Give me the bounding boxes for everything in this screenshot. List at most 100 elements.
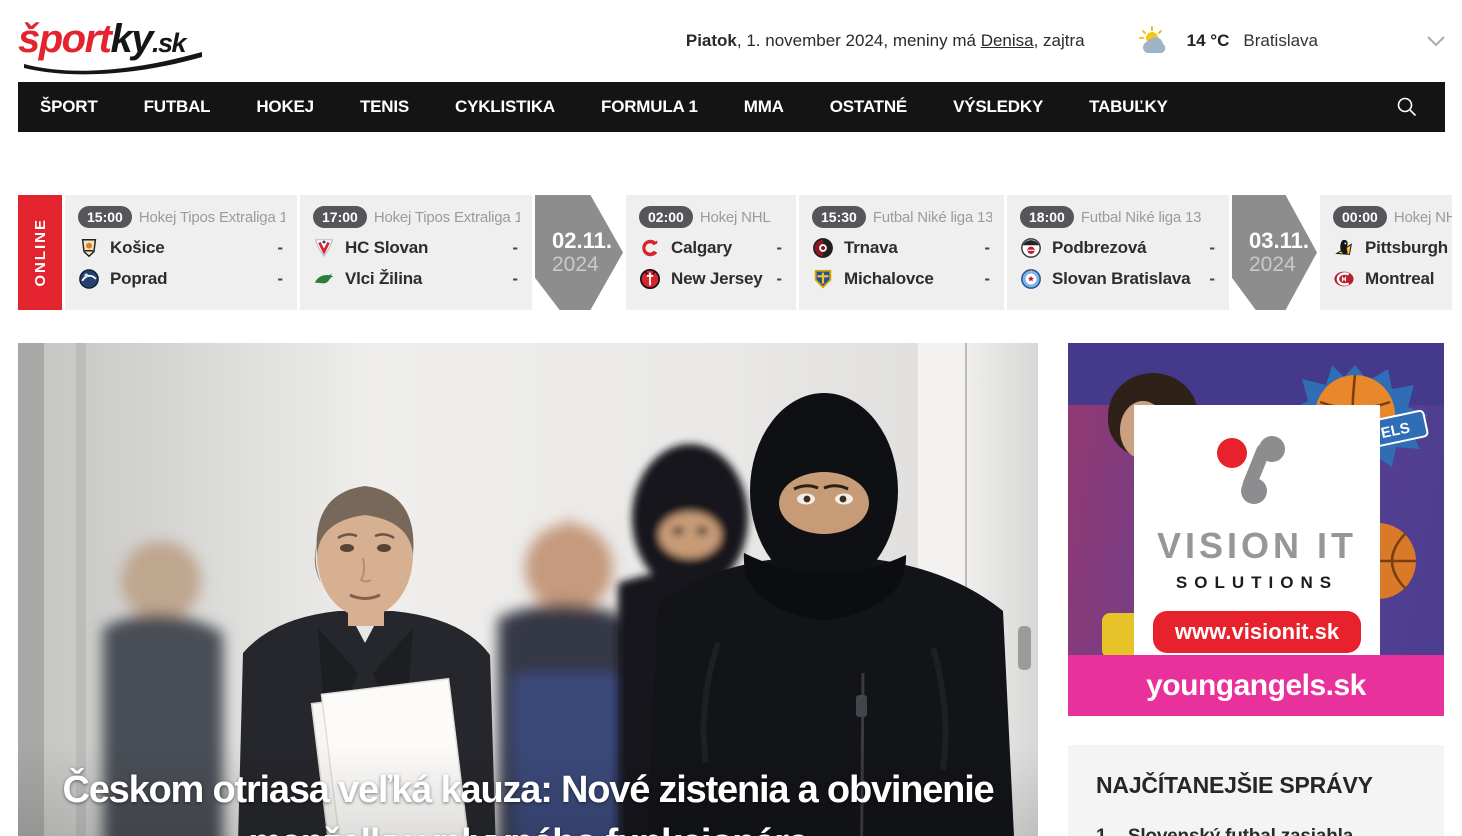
match-league: Futbal Niké liga 13 xyxy=(1080,208,1202,226)
match-time-badge: 18:00 xyxy=(1020,206,1074,228)
home-team-name: Podbrezová xyxy=(1052,238,1147,257)
nav-item-sport[interactable]: ŠPORT xyxy=(28,97,110,117)
nav-item-futbal[interactable]: FUTBAL xyxy=(132,97,223,117)
site-logo[interactable]: športky.sk xyxy=(18,10,228,75)
away-team-name: Montreal xyxy=(1365,269,1435,288)
date-day: Piatok xyxy=(685,31,737,50)
new-jersey-devils-logo-icon xyxy=(639,268,661,290)
away-team-score: - xyxy=(776,269,782,288)
separator-date: 02.11. xyxy=(552,227,612,253)
ad-brand-name: VISION IT xyxy=(1156,525,1358,566)
most-read-box: NAJČÍTANEJŠIE SPRÁVY 1. Slovenský futbal… xyxy=(1068,745,1444,836)
team-row-home: Košice - xyxy=(78,237,285,259)
search-icon[interactable] xyxy=(1395,95,1419,119)
name-day-link[interactable]: Denisa xyxy=(981,31,1034,50)
ad-footer-strip[interactable]: youngangels.sk xyxy=(1068,655,1444,716)
team-row-home: Podbrezová - xyxy=(1020,237,1217,259)
most-read-item-title: Slovenský futbal zasiahla xyxy=(1128,826,1353,836)
ad-brand-subtitle: SOLUTIONS xyxy=(1175,573,1339,592)
home-team-name: Calgary xyxy=(671,238,732,257)
team-row-away: Vlci Žilina - xyxy=(313,268,520,290)
match-card-kosice-poprad[interactable]: 15:00 Hokej Tipos Extraliga 16 Košice - … xyxy=(65,195,297,310)
main-navigation: ŠPORT FUTBAL HOKEJ TENIS CYKLISTIKA FORM… xyxy=(18,82,1445,132)
match-card-pittsburgh-montreal[interactable]: 00:00 Hokej NHL Pittsburgh Montreal xyxy=(1320,195,1452,310)
ad-url-button[interactable]: www.visionit.sk xyxy=(1153,611,1361,653)
match-head: 15:00 Hokej Tipos Extraliga 16 xyxy=(78,206,285,228)
trnava-logo-icon xyxy=(812,237,834,259)
weather-city: Bratislava xyxy=(1243,31,1318,50)
home-team-name: Trnava xyxy=(844,238,898,257)
team-row-home: Trnava - xyxy=(812,237,992,259)
date-suffix: , zajtra xyxy=(1033,31,1085,50)
match-time-badge: 02:00 xyxy=(639,206,693,228)
team-row-home: Calgary - xyxy=(639,237,784,259)
team-row-away: Slovan Bratislava - xyxy=(1020,268,1217,290)
away-team-name: Vlci Žilina xyxy=(345,269,423,288)
weather-temperature: 14 °C xyxy=(1186,31,1230,50)
chevron-down-icon[interactable] xyxy=(1426,35,1446,47)
home-team-score: - xyxy=(984,238,990,257)
away-team-score: - xyxy=(512,269,518,288)
match-card-trnava-michalovce[interactable]: 15:30 Futbal Niké liga 13 Trnava - Micha… xyxy=(799,195,1004,310)
home-team-score: - xyxy=(277,238,283,257)
match-league: Hokej NHL xyxy=(699,208,771,226)
nav-item-tenis[interactable]: TENIS xyxy=(348,97,421,117)
header-right: Piatok, 1. november 2024, meniny má Deni… xyxy=(686,0,1452,82)
away-team-name: New Jersey xyxy=(671,269,763,288)
ad-footer-url: youngangels.sk xyxy=(1146,668,1366,702)
date-middle: , 1. november 2024, meniny má xyxy=(736,31,981,50)
team-row-away: New Jersey - xyxy=(639,268,784,290)
online-badge: ONLINE xyxy=(18,195,62,310)
vlci-zilina-logo-icon xyxy=(313,268,335,290)
match-head: 18:00 Futbal Niké liga 13 xyxy=(1020,206,1217,228)
home-team-score: - xyxy=(512,238,518,257)
team-row-away: Michalovce - xyxy=(812,268,992,290)
kosice-logo-icon xyxy=(78,237,100,259)
ad-white-card: VISION IT SOLUTIONS www.visionit.sk xyxy=(1134,405,1380,657)
date-separator: 03.11. 2024 xyxy=(1232,195,1317,310)
home-team-name: Pittsburgh xyxy=(1365,238,1448,257)
separator-year: 2024 xyxy=(1249,252,1296,276)
match-league: Hokej NHL xyxy=(1393,208,1452,226)
nav-item-hokej[interactable]: HOKEJ xyxy=(244,97,326,117)
team-row-away: Montreal xyxy=(1333,268,1452,290)
online-label: ONLINE xyxy=(31,218,49,287)
match-card-slovan-zilina[interactable]: 17:00 Hokej Tipos Extraliga 16 HC Slovan… xyxy=(300,195,532,310)
match-time-badge: 17:00 xyxy=(313,206,367,228)
match-league: Hokej Tipos Extraliga 16 xyxy=(373,208,520,226)
away-team-name: Poprad xyxy=(110,269,168,288)
most-read-title: NAJČÍTANEJŠIE SPRÁVY xyxy=(1096,772,1373,798)
match-head: 17:00 Hokej Tipos Extraliga 16 xyxy=(313,206,520,228)
podbrezova-logo-icon xyxy=(1020,237,1042,259)
article-headline: Českom otriasa veľká kauza: Nové zisteni… xyxy=(62,769,994,836)
match-league: Futbal Niké liga 13 xyxy=(872,208,992,226)
separator-year: 2024 xyxy=(552,252,599,276)
logo-swoosh xyxy=(24,52,202,75)
page: športky.sk Piatok, 1. november 2024, men… xyxy=(0,0,1462,836)
top-header: športky.sk Piatok, 1. november 2024, men… xyxy=(18,0,1452,82)
nav-item-formula-1[interactable]: FORMULA 1 xyxy=(589,97,710,117)
calgary-flames-logo-icon xyxy=(639,237,661,259)
nav-item-vysledky[interactable]: VÝSLEDKY xyxy=(941,97,1055,117)
poprad-logo-icon xyxy=(78,268,100,290)
away-team-score: - xyxy=(277,269,283,288)
nav-item-mma[interactable]: MMA xyxy=(732,97,796,117)
team-row-away: Poprad - xyxy=(78,268,285,290)
nav-item-cyklistika[interactable]: CYKLISTIKA xyxy=(443,97,567,117)
weather-widget[interactable]: 14 °C Bratislava xyxy=(1111,25,1318,57)
date-separator: 02.11. 2024 xyxy=(535,195,623,310)
most-read-item[interactable]: 1. Slovenský futbal zasiahla xyxy=(1096,826,1416,836)
match-card-calgary-newjersey[interactable]: 02:00 Hokej NHL Calgary - New Jersey - xyxy=(626,195,796,310)
match-card-podbrezova-slovan[interactable]: 18:00 Futbal Niké liga 13 Podbrezová - S… xyxy=(1007,195,1229,310)
match-time-badge: 15:30 xyxy=(812,206,866,228)
sidebar: ELS VISION IT SOLUTIONS www.visionit.sk … xyxy=(1068,343,1444,836)
separator-date: 03.11. xyxy=(1249,227,1309,253)
nav-item-ostatne[interactable]: OSTATNÉ xyxy=(818,97,919,117)
main-article[interactable]: Českom otriasa veľká kauza: Nové zisteni… xyxy=(18,343,1038,836)
advertisement-banner[interactable]: ELS VISION IT SOLUTIONS www.visionit.sk … xyxy=(1068,343,1444,716)
nav-item-tabulky[interactable]: TABUĽKY xyxy=(1077,97,1180,117)
team-row-home: HC Slovan - xyxy=(313,237,520,259)
most-read-rank: 1. xyxy=(1096,826,1112,836)
montreal-canadiens-logo-icon xyxy=(1333,268,1355,290)
away-team-name: Slovan Bratislava xyxy=(1052,269,1191,288)
